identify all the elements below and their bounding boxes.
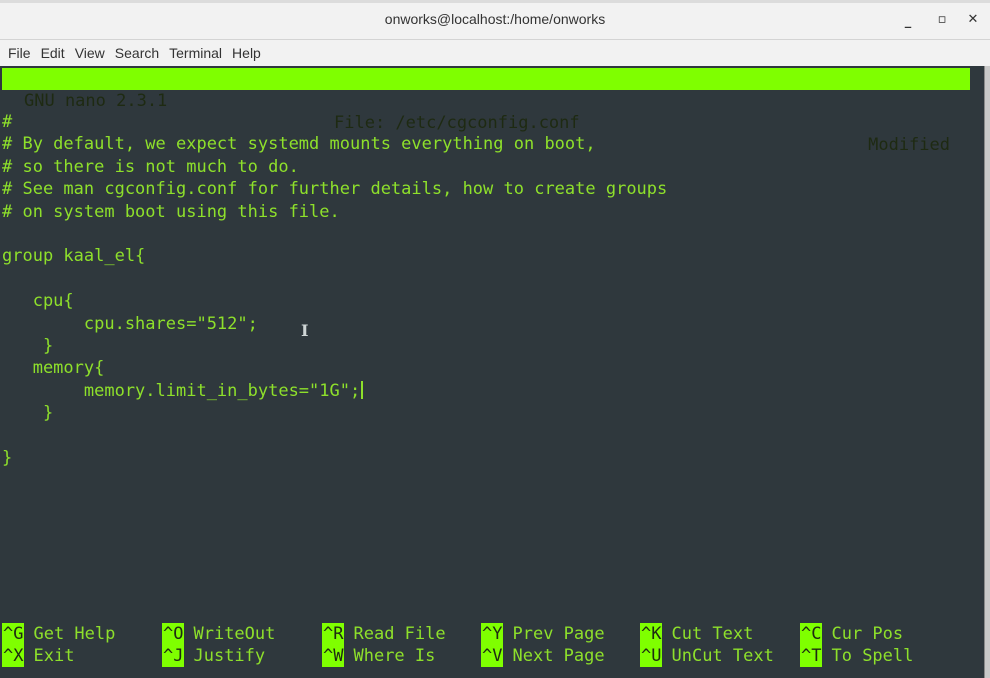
- maximize-button[interactable]: ▫: [932, 12, 952, 27]
- menu-help[interactable]: Help: [232, 45, 261, 61]
- menu-search[interactable]: Search: [115, 45, 159, 61]
- close-button[interactable]: ✕: [963, 12, 983, 27]
- shortcut-item[interactable]: ^T To Spell: [800, 645, 913, 667]
- editor-line: }: [2, 403, 54, 424]
- editor-line: group kaal_el{: [2, 246, 146, 267]
- editor-line: memory.limit_in_bytes="1G";: [2, 380, 364, 402]
- shortcut-label: Next Page: [512, 646, 605, 666]
- editor-line: memory{: [2, 358, 105, 379]
- shortcut-item[interactable]: ^X Exit: [2, 645, 74, 667]
- window-titlebar: onworks@localhost:/home/onworks _ ▫ ✕: [0, 0, 990, 40]
- shortcut-key: ^U: [640, 645, 663, 667]
- shortcut-item[interactable]: ^G Get Help: [2, 623, 115, 645]
- shortcut-key: ^C: [800, 623, 823, 645]
- shortcut-item[interactable]: ^W Where Is: [322, 645, 435, 667]
- shortcut-key: ^W: [322, 645, 345, 667]
- shortcut-key: ^G: [2, 623, 25, 645]
- editor-line: # By default, we expect systemd mounts e…: [2, 134, 596, 155]
- shortcut-item[interactable]: ^V Next Page: [481, 645, 605, 667]
- menu-file[interactable]: File: [8, 45, 31, 61]
- editor-line: # See man cgconfig.conf for further deta…: [2, 179, 668, 200]
- shortcut-label: Justify: [193, 646, 266, 666]
- shortcut-item[interactable]: ^K Cut Text: [640, 623, 753, 645]
- mouse-ibeam-cursor-icon: I: [301, 321, 309, 340]
- editor-line: # on system boot using this file.: [2, 201, 340, 222]
- editor-line: # so there is not much to do.: [2, 156, 299, 177]
- shortcut-label: To Spell: [831, 646, 914, 666]
- shortcut-item[interactable]: ^J Justify: [162, 645, 265, 667]
- shortcut-key: ^K: [640, 623, 663, 645]
- shortcut-label: Exit: [33, 646, 75, 666]
- shortcut-item[interactable]: ^U UnCut Text: [640, 645, 774, 667]
- nano-version: GNU nano 2.3.1: [24, 91, 168, 111]
- shortcut-item[interactable]: ^Y Prev Page: [481, 623, 605, 645]
- shortcut-item[interactable]: ^C Cur Pos: [800, 623, 903, 645]
- terminal-area[interactable]: GNU nano 2.3.1 File: /etc/cgconfig.conf …: [0, 66, 984, 678]
- nano-header-bar: GNU nano 2.3.1 File: /etc/cgconfig.conf …: [2, 68, 970, 155]
- shortcut-label: Get Help: [33, 624, 116, 644]
- text-cursor: [361, 380, 364, 399]
- shortcut-key: ^O: [162, 623, 185, 645]
- shortcut-key: ^J: [162, 645, 185, 667]
- shortcut-label: Where Is: [353, 646, 436, 666]
- terminal-scrollbar[interactable]: [984, 66, 990, 678]
- shortcut-label: Read File: [353, 624, 446, 644]
- editor-line: #: [2, 112, 13, 132]
- shortcut-label: Prev Page: [512, 624, 605, 644]
- shortcut-key: ^X: [2, 645, 25, 667]
- editor-line: }: [2, 448, 13, 468]
- shortcut-item[interactable]: ^O WriteOut: [162, 623, 275, 645]
- editor-line: cpu{: [2, 291, 74, 312]
- shortcut-label: WriteOut: [193, 624, 276, 644]
- menu-view[interactable]: View: [75, 45, 105, 61]
- window-title: onworks@localhost:/home/onworks: [384, 11, 606, 27]
- shortcut-key: ^Y: [481, 623, 504, 645]
- shortcut-key: ^V: [481, 645, 504, 667]
- editor-line: cpu.shares="512";: [2, 313, 258, 334]
- menu-terminal[interactable]: Terminal: [169, 45, 222, 61]
- menu-edit[interactable]: Edit: [41, 45, 65, 61]
- menu-bar: File Edit View Search Terminal Help: [0, 40, 990, 66]
- shortcut-key: ^R: [322, 623, 345, 645]
- nano-modified-status: Modified: [868, 135, 950, 155]
- shortcut-label: UnCut Text: [671, 646, 774, 666]
- shortcut-label: Cur Pos: [831, 624, 904, 644]
- shortcut-label: Cut Text: [671, 624, 754, 644]
- editor-line: }: [2, 336, 54, 356]
- shortcut-item[interactable]: ^R Read File: [322, 623, 446, 645]
- nano-file-name: File: /etc/cgconfig.conf: [334, 113, 580, 133]
- shortcut-key: ^T: [800, 645, 823, 667]
- minimize-button[interactable]: _: [898, 14, 918, 29]
